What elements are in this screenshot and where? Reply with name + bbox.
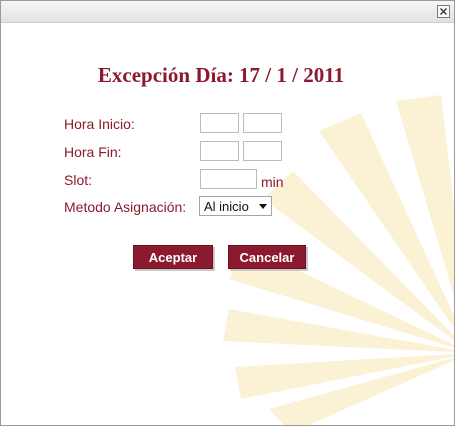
slot-label: Slot:: [64, 172, 93, 188]
close-button[interactable]: [437, 5, 450, 18]
metodo-asignacion-label: Metodo Asignación:: [64, 199, 187, 215]
exception-dialog: Excepción Día: 17 / 1 / 2011 Hora Inicio…: [0, 0, 455, 426]
page-title: Excepción Día: 17 / 1 / 2011: [97, 63, 345, 87]
metodo-selected-value: Al inicio: [204, 199, 249, 214]
hora-inicio-minutes-input[interactable]: [243, 113, 282, 133]
slot-unit-label: min: [261, 174, 284, 190]
metodo-asignacion-select[interactable]: Al inicio: [199, 196, 272, 216]
accept-button[interactable]: Aceptar: [133, 245, 213, 269]
chevron-down-icon: [259, 204, 267, 209]
hora-fin-label: Hora Fin:: [64, 144, 122, 160]
close-x-icon: [440, 8, 447, 15]
hora-fin-hours-input[interactable]: [200, 141, 239, 161]
hora-inicio-label: Hora Inicio:: [64, 116, 135, 132]
hora-fin-minutes-input[interactable]: [243, 141, 282, 161]
slot-input[interactable]: [200, 169, 257, 189]
hora-inicio-hours-input[interactable]: [200, 113, 239, 133]
dialog-titlebar: [1, 1, 454, 23]
cancel-button[interactable]: Cancelar: [228, 245, 306, 269]
